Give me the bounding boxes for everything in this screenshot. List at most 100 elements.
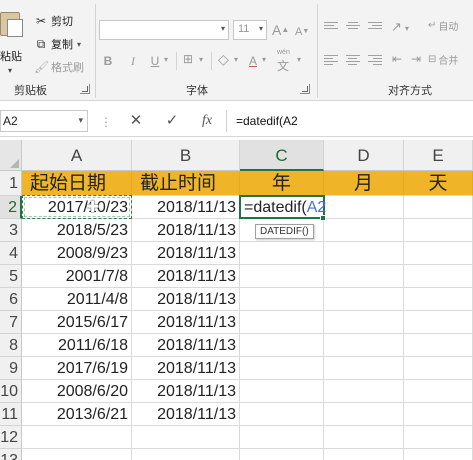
empty-cell[interactable] (240, 403, 324, 426)
cut-button[interactable]: ✂ 剪切 (34, 12, 73, 30)
end-date-cell[interactable]: 2018/11/13 (132, 311, 240, 334)
end-date-cell[interactable]: 2018/11/13 (132, 242, 240, 265)
empty-cell[interactable] (324, 265, 404, 288)
empty-cell[interactable] (240, 265, 324, 288)
row-header-5[interactable]: 5 (0, 265, 22, 288)
end-date-cell[interactable]: 2018/11/13 (132, 380, 240, 403)
align-top-button[interactable] (324, 22, 338, 34)
empty-cell[interactable] (404, 449, 473, 460)
row-header-11[interactable]: 11 (0, 403, 22, 426)
empty-cell[interactable] (324, 311, 404, 334)
row-header-3[interactable]: 3 (0, 219, 22, 242)
row-header-1[interactable]: 1 (0, 171, 22, 196)
align-center-button[interactable] (346, 55, 360, 67)
align-left-button[interactable] (324, 55, 338, 67)
column-header-b[interactable]: B (132, 140, 240, 171)
empty-cell[interactable] (404, 288, 473, 311)
empty-cell[interactable] (404, 357, 473, 380)
empty-cell[interactable] (240, 426, 324, 449)
row-header-10[interactable]: 10 (0, 380, 22, 403)
insert-function-button[interactable]: fx (197, 111, 217, 131)
row-header-13[interactable]: 13 (0, 449, 22, 460)
row-header-12[interactable]: 12 (0, 426, 22, 449)
empty-cell[interactable] (404, 311, 473, 334)
orientation-icon[interactable]: ↗ (391, 19, 402, 35)
row-header-9[interactable]: 9 (0, 357, 22, 380)
end-date-cell[interactable]: 2018/11/13 (132, 334, 240, 357)
column-header-d[interactable]: D (324, 140, 404, 171)
row-header-2[interactable]: 2 (0, 196, 22, 219)
column-header-c[interactable]: C (240, 140, 324, 171)
borders-button[interactable]: ⊞ (183, 52, 193, 66)
copy-button[interactable]: ⧉ 复制 ▾ (34, 35, 81, 53)
empty-cell[interactable] (22, 426, 132, 449)
empty-cell[interactable] (22, 449, 132, 460)
header-cell[interactable]: 截止时间 (132, 171, 240, 196)
shrink-font-button[interactable]: A▼ (295, 23, 309, 41)
end-date-cell[interactable]: 2018/11/13 (132, 196, 240, 219)
start-date-cell[interactable]: 2001/7/8 (22, 265, 132, 288)
decrease-indent-icon[interactable]: ⇤ (392, 52, 402, 66)
enter-button[interactable]: ✓ (162, 111, 182, 131)
start-date-cell[interactable]: 2015/6/17 (22, 311, 132, 334)
start-date-cell[interactable]: 2013/6/21 (22, 403, 132, 426)
empty-cell[interactable] (404, 334, 473, 357)
row-header-8[interactable]: 8 (0, 334, 22, 357)
end-date-cell[interactable]: 2018/11/13 (132, 265, 240, 288)
row-header-4[interactable]: 4 (0, 242, 22, 265)
empty-cell[interactable] (324, 288, 404, 311)
empty-cell[interactable] (404, 265, 473, 288)
align-right-button[interactable] (368, 55, 382, 67)
empty-cell[interactable] (324, 334, 404, 357)
start-date-cell[interactable]: 2017/6/19 (22, 357, 132, 380)
empty-cell[interactable] (324, 403, 404, 426)
start-date-cell[interactable]: 2011/4/8 (22, 288, 132, 311)
row-header-6[interactable]: 6 (0, 288, 22, 311)
clipboard-launcher-icon[interactable] (80, 84, 90, 94)
column-header-a[interactable]: A (22, 140, 132, 171)
start-date-cell[interactable]: 2011/6/18 (22, 334, 132, 357)
empty-cell[interactable] (404, 196, 473, 219)
start-date-cell[interactable]: 2008/6/20 (22, 380, 132, 403)
font-name-select[interactable]: ▾ (99, 20, 229, 40)
underline-button[interactable]: U (148, 52, 162, 70)
wrap-text-button[interactable]: ↵ 自动 (428, 18, 458, 33)
empty-cell[interactable] (132, 426, 240, 449)
empty-cell[interactable] (404, 403, 473, 426)
end-date-cell[interactable]: 2018/11/13 (132, 357, 240, 380)
align-middle-button[interactable] (346, 22, 360, 34)
format-painter-button[interactable]: 🖌 格式刷 (34, 58, 84, 76)
empty-cell[interactable] (240, 334, 324, 357)
header-cell[interactable]: 起始日期 (22, 171, 132, 196)
fill-color-button[interactable]: ◇ (218, 51, 229, 68)
empty-cell[interactable] (240, 288, 324, 311)
empty-cell[interactable] (404, 380, 473, 403)
empty-cell[interactable] (132, 449, 240, 460)
end-date-cell[interactable]: 2018/11/13 (132, 219, 240, 242)
empty-cell[interactable] (324, 219, 404, 242)
start-date-cell[interactable]: 2008/9/23 (22, 242, 132, 265)
empty-cell[interactable] (240, 357, 324, 380)
font-size-select[interactable]: 11 ▾ (233, 20, 267, 40)
fill-handle[interactable] (320, 215, 326, 221)
cancel-button[interactable]: ✕ (126, 111, 146, 131)
empty-cell[interactable] (404, 242, 473, 265)
row-header-7[interactable]: 7 (0, 311, 22, 334)
empty-cell[interactable] (404, 426, 473, 449)
end-date-cell[interactable]: 2018/11/13 (132, 403, 240, 426)
empty-cell[interactable] (324, 380, 404, 403)
name-box[interactable]: A2 ▾ (0, 110, 88, 132)
align-bottom-button[interactable] (368, 22, 382, 34)
function-tooltip[interactable]: DATEDIF() (255, 224, 314, 239)
bold-button[interactable]: B (101, 52, 115, 70)
formula-input[interactable]: =datedif(A2 (236, 114, 298, 128)
empty-cell[interactable] (240, 449, 324, 460)
increase-indent-icon[interactable]: ⇥ (411, 52, 421, 66)
empty-cell[interactable] (404, 219, 473, 242)
italic-button[interactable]: I (126, 52, 140, 70)
empty-cell[interactable] (240, 311, 324, 334)
phonetic-button[interactable]: wén 文 (274, 49, 296, 73)
header-cell[interactable]: 天 (404, 171, 473, 196)
font-color-button[interactable]: A (246, 52, 260, 70)
header-cell[interactable]: 年 (240, 171, 324, 196)
